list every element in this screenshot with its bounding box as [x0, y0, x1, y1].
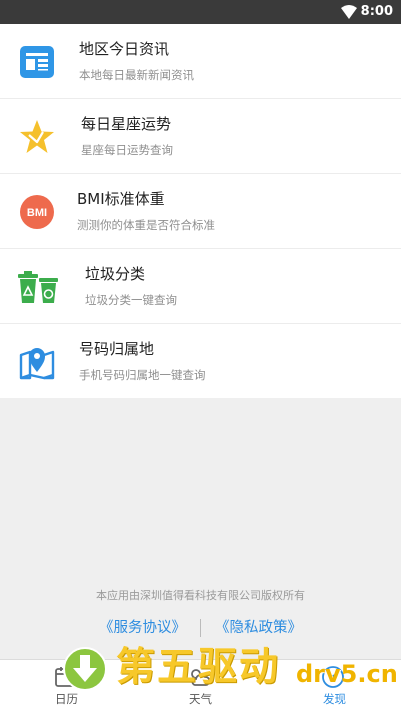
item-title: 地区今日资讯	[79, 40, 170, 58]
item-subtitle: 手机号码归属地一键查询	[79, 368, 206, 382]
list-item-horoscope[interactable]: 每日星座运势 星座每日运势查询	[0, 99, 401, 174]
list-item-phone-location[interactable]: 号码归属地 手机号码归属地一键查询	[0, 324, 401, 398]
wifi-icon	[341, 5, 357, 19]
calendar-icon	[55, 667, 75, 687]
item-title: 号码归属地	[79, 340, 155, 358]
status-time: 8:00	[360, 4, 393, 19]
bottom-tab-bar: 日历 天气 发现	[0, 659, 401, 710]
link-divider	[200, 619, 201, 637]
list-item-regional-news[interactable]: 地区今日资讯 本地每日最新新闻资讯	[0, 24, 401, 99]
bmi-badge-text: BMI	[27, 207, 47, 219]
item-title: 每日星座运势	[81, 115, 172, 133]
item-title: 垃圾分类	[85, 265, 146, 283]
trash-bin-icon	[18, 271, 58, 303]
star-icon	[20, 120, 54, 153]
item-subtitle: 测测你的体重是否符合标准	[77, 218, 215, 232]
item-subtitle: 星座每日运势查询	[81, 143, 173, 157]
item-subtitle: 本地每日最新新闻资讯	[79, 68, 194, 82]
item-subtitle: 垃圾分类一键查询	[85, 293, 177, 307]
service-agreement-link[interactable]: 《服务协议》	[99, 617, 186, 639]
map-location-icon	[19, 348, 55, 380]
feature-list: 地区今日资讯 本地每日最新新闻资讯 每日星座运势 星座每日运势查询 BMI BM…	[0, 24, 401, 398]
news-icon	[20, 46, 54, 78]
tab-label: 发现	[323, 692, 346, 706]
weather-icon	[191, 669, 211, 686]
status-bar: 8:00	[0, 0, 401, 24]
tab-weather[interactable]: 天气	[134, 660, 267, 710]
bmi-icon: BMI	[20, 195, 54, 229]
tab-calendar[interactable]: 日历	[0, 660, 133, 710]
tab-discover[interactable]: 发现	[268, 660, 401, 710]
list-item-garbage-sorting[interactable]: 垃圾分类 垃圾分类一键查询	[0, 249, 401, 324]
item-title: BMI标准体重	[77, 190, 165, 208]
discover-icon	[322, 666, 344, 688]
footer-links: 《服务协议》 《隐私政策》	[0, 617, 401, 639]
list-item-bmi[interactable]: BMI BMI标准体重 测测你的体重是否符合标准	[0, 174, 401, 249]
privacy-policy-link[interactable]: 《隐私政策》	[215, 617, 302, 639]
tab-label: 日历	[55, 692, 78, 706]
tab-label: 天气	[189, 692, 212, 706]
copyright-text: 本应用由深圳值得看科技有限公司版权所有	[96, 589, 305, 602]
